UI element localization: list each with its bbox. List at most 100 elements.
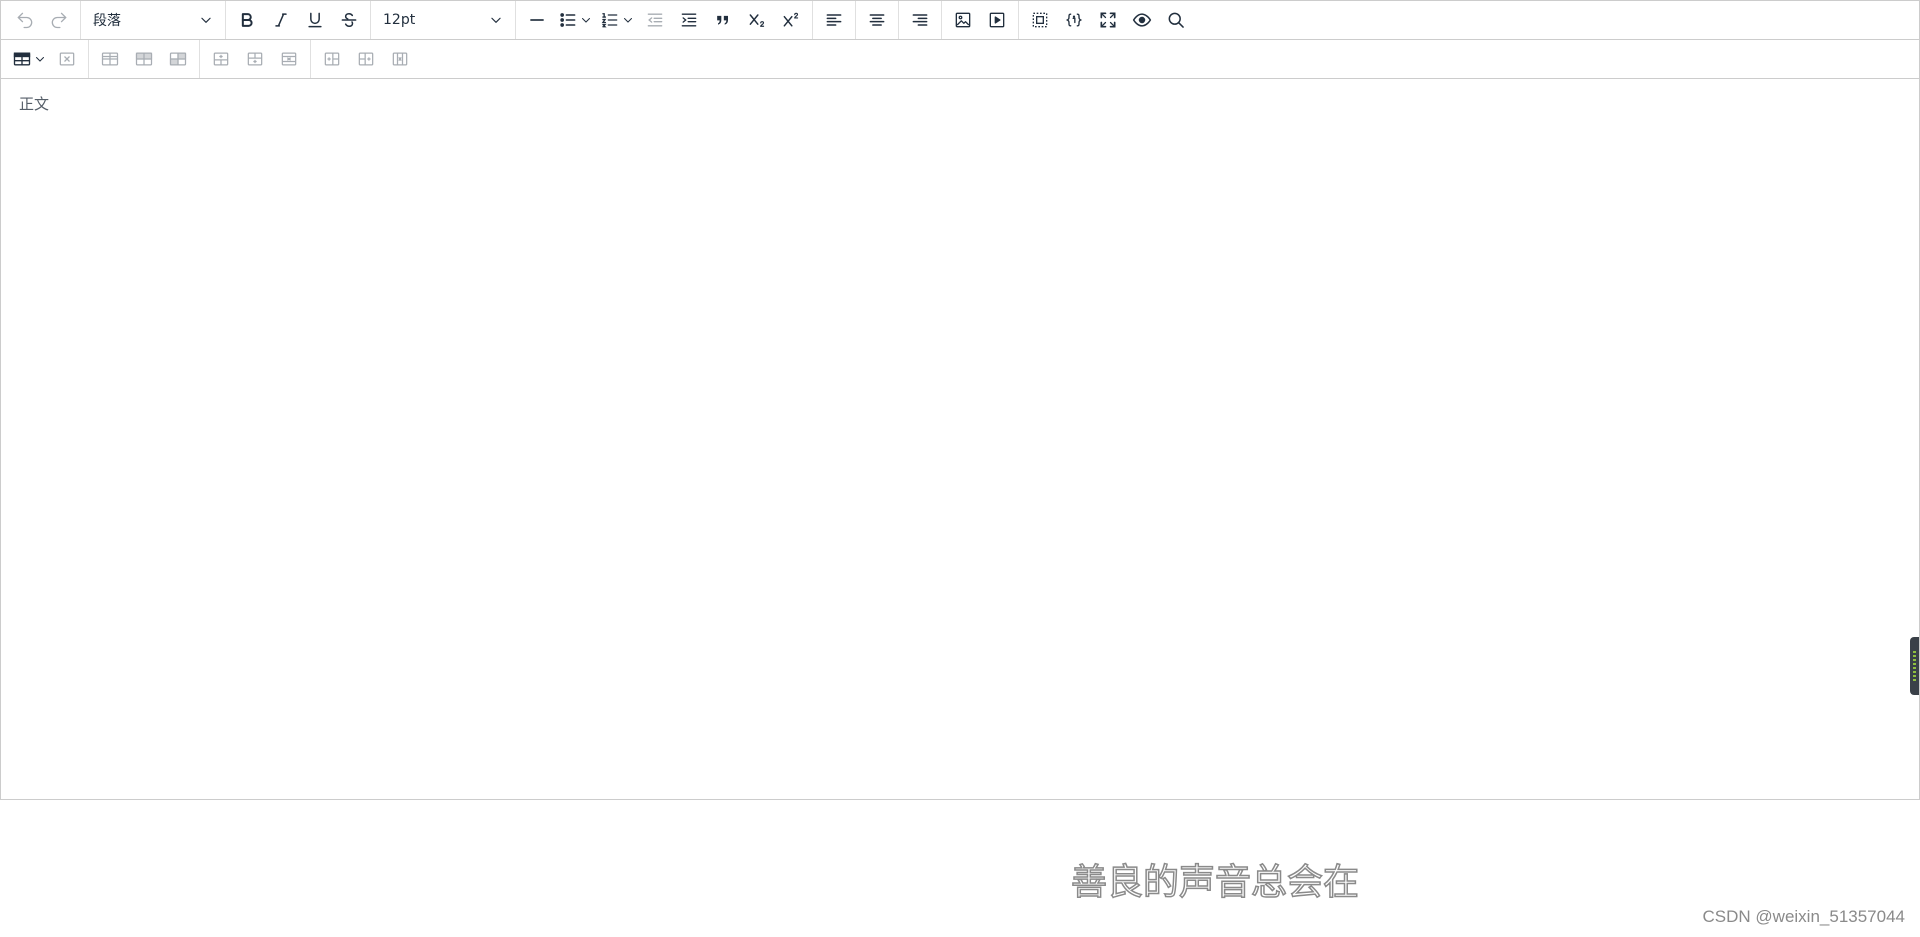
image-icon (955, 12, 971, 28)
chevron-down-icon (491, 17, 501, 23)
chevron-down-icon (36, 57, 44, 62)
code-button[interactable] (1057, 3, 1091, 37)
align-right-icon (912, 14, 928, 26)
media-icon (989, 12, 1005, 28)
underline-button[interactable] (298, 3, 332, 37)
bullet-list-icon (560, 13, 576, 27)
blocks-select-value: 段落 (93, 13, 121, 29)
table-icon (13, 52, 31, 66)
table-props-button[interactable] (161, 42, 195, 76)
outdent-icon (647, 13, 663, 27)
chevron-down-icon (582, 18, 590, 23)
delete-row-icon (281, 52, 297, 66)
rich-text-editor: 段落 12pt 正文 (0, 0, 1920, 800)
main-toolbar: 段落 12pt (1, 1, 1919, 40)
cell-props-button[interactable] (127, 42, 161, 76)
align-left-icon (826, 14, 842, 26)
row-props-icon (101, 52, 119, 66)
table-props-group (89, 40, 200, 78)
insert-row-after-button[interactable] (238, 42, 272, 76)
watermark-text: 善良的声音总会在 (1070, 861, 1360, 904)
insert-col-before-icon (324, 52, 340, 66)
insert-row-before-icon (213, 52, 229, 66)
blockquote-button[interactable] (706, 3, 740, 37)
bullet-list-button[interactable] (554, 3, 596, 37)
insert-group (516, 1, 813, 39)
superscript-icon (783, 12, 799, 27)
cell-props-icon (135, 52, 153, 66)
media-group (942, 1, 1019, 39)
align-center-button[interactable] (860, 3, 894, 37)
align-center-group (856, 1, 899, 39)
outdent-button[interactable] (638, 3, 672, 37)
undo-icon (17, 12, 33, 29)
chevron-down-icon (201, 17, 211, 23)
italic-button[interactable] (264, 3, 298, 37)
blocks-group: 段落 (81, 1, 226, 39)
blockquote-icon (717, 15, 728, 25)
redo-icon (51, 12, 67, 29)
indent-button[interactable] (672, 3, 706, 37)
fullscreen-button[interactable] (1091, 3, 1125, 37)
search-icon (1168, 12, 1184, 28)
numbered-list-button[interactable] (596, 3, 638, 37)
row-ops-group (200, 40, 311, 78)
horizontal-rule-button[interactable] (520, 3, 554, 37)
subscript-button[interactable] (740, 3, 774, 37)
table-button[interactable] (8, 42, 50, 76)
delete-table-button[interactable] (50, 42, 84, 76)
tools-group (1019, 1, 1197, 39)
insert-row-before-button[interactable] (204, 42, 238, 76)
body-paragraph[interactable]: 正文 (19, 93, 1901, 114)
align-left-group (813, 1, 856, 39)
insert-row-after-icon (247, 52, 263, 66)
insert-col-after-button[interactable] (349, 42, 383, 76)
bold-button[interactable] (230, 3, 264, 37)
preview-icon (1132, 13, 1152, 27)
image-button[interactable] (946, 3, 980, 37)
table-toolbar (1, 40, 1919, 79)
code-icon (1065, 13, 1083, 27)
media-button[interactable] (980, 3, 1014, 37)
search-button[interactable] (1159, 3, 1193, 37)
history-group (4, 1, 81, 39)
undo-button[interactable] (8, 3, 42, 37)
grip-icon (1913, 651, 1916, 681)
row-props-button[interactable] (93, 42, 127, 76)
align-right-button[interactable] (903, 3, 937, 37)
fontsize-select[interactable]: 12pt (375, 3, 511, 37)
col-ops-group (311, 40, 421, 78)
insert-col-before-button[interactable] (315, 42, 349, 76)
fontsize-group: 12pt (371, 1, 516, 39)
bold-icon (241, 13, 253, 27)
delete-col-icon (392, 52, 408, 66)
redo-button[interactable] (42, 3, 76, 37)
side-resize-handle[interactable] (1910, 637, 1919, 695)
subscript-icon (749, 14, 765, 27)
align-right-group (899, 1, 942, 39)
insert-col-after-icon (358, 52, 374, 66)
underline-icon (308, 12, 322, 28)
align-left-button[interactable] (817, 3, 851, 37)
strikethrough-icon (341, 12, 357, 28)
fontsize-select-value: 12pt (383, 12, 416, 28)
numbered-list-icon (601, 13, 618, 28)
select-all-button[interactable] (1023, 3, 1057, 37)
formatting-group (226, 1, 371, 39)
blocks-select[interactable]: 段落 (85, 3, 221, 37)
credit-text: CSDN @weixin_51357044 (1702, 907, 1905, 926)
strikethrough-button[interactable] (332, 3, 366, 37)
delete-col-button[interactable] (383, 42, 417, 76)
preview-button[interactable] (1125, 3, 1159, 37)
fullscreen-icon (1100, 12, 1116, 28)
horizontal-rule-icon (530, 19, 544, 21)
delete-row-button[interactable] (272, 42, 306, 76)
chevron-down-icon (624, 18, 632, 23)
indent-icon (681, 13, 697, 27)
align-center-icon (869, 14, 885, 26)
delete-table-icon (59, 52, 75, 66)
table-group (4, 40, 89, 78)
superscript-button[interactable] (774, 3, 808, 37)
editor-content-area[interactable]: 正文 (1, 79, 1919, 799)
table-props-icon (169, 52, 187, 66)
